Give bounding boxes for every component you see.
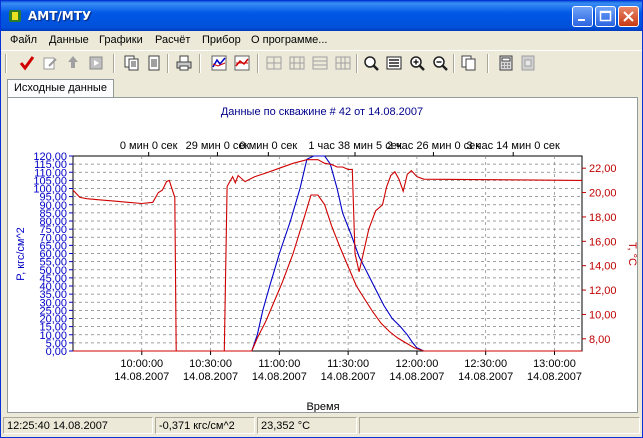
y-right-tick-label: 12,00 — [589, 285, 617, 297]
toolbar-separator — [167, 54, 169, 73]
recycle-icon[interactable] — [64, 54, 82, 72]
toolbar-separator — [487, 54, 489, 73]
y-right-tick-label: 14,00 — [589, 261, 617, 273]
page-icon[interactable] — [145, 54, 163, 72]
export-icon[interactable] — [519, 54, 537, 72]
minimize-icon — [578, 19, 585, 21]
status-bar: 12:25:40 14.08.2007 -0,371 кгс/см^2 23,3… — [1, 415, 642, 437]
y-axis-left-label: P, кгс/см^2 — [15, 227, 27, 281]
minimize-button[interactable] — [572, 6, 593, 27]
top-tick-label: 3 час 14 мин 0 сек — [467, 140, 560, 152]
menu-graphs[interactable]: Графики — [99, 34, 143, 46]
copy2-icon[interactable] — [460, 54, 478, 72]
close-icon — [623, 11, 634, 22]
grid2-icon[interactable] — [288, 54, 306, 72]
zoom-out-icon[interactable] — [431, 54, 449, 72]
y-right-tick-label: 22,00 — [589, 163, 617, 175]
y-left-tick-label: 120,00 — [33, 151, 67, 163]
copy-icon[interactable] — [123, 54, 141, 72]
x-tick-label: 12:30:00 — [464, 358, 507, 370]
play-icon[interactable] — [87, 54, 105, 72]
top-tick-label: 0 мин 0 сек — [120, 140, 178, 152]
x-tick-label: 11:30:00 — [327, 358, 369, 370]
chart-panel: Данные по скважине # 42 от 14.08.2007 0 … — [7, 97, 638, 413]
menu-bar: Файл Данные Графики Расчёт Прибор О прог… — [1, 31, 642, 50]
zoom-in-icon[interactable] — [408, 54, 426, 72]
grid3-icon[interactable] — [311, 54, 329, 72]
x-axis-label: Время — [306, 401, 339, 412]
toolbar-grip — [5, 54, 7, 73]
x-tick-date: 14.08.2007 — [389, 371, 444, 383]
toolbar-separator — [356, 54, 358, 73]
close-button[interactable] — [618, 6, 639, 27]
app-icon — [9, 10, 21, 22]
list-icon[interactable] — [385, 54, 403, 72]
y-right-tick-label: 18,00 — [589, 212, 617, 224]
y-right-tick-label: 8,00 — [589, 334, 610, 346]
toolbar-separator — [257, 54, 259, 73]
status-time: 12:25:40 14.08.2007 — [3, 417, 153, 434]
x-tick-date: 14.08.2007 — [458, 371, 513, 383]
x-tick-date: 14.08.2007 — [527, 371, 582, 383]
y-right-tick-label: 10,00 — [589, 309, 617, 321]
chart-title: Данные по скважине # 42 от 14.08.2007 — [221, 106, 423, 118]
x-tick-label: 10:30:00 — [189, 358, 232, 370]
chart: Данные по скважине # 42 от 14.08.2007 0 … — [15, 106, 638, 413]
maximize-button[interactable] — [595, 6, 616, 27]
x-tick-label: 12:00:00 — [396, 358, 439, 370]
app-window: АМТ/МТУ Файл Данные Графики Расчёт Прибо… — [0, 0, 643, 438]
top-tick-label: 0 мин 0 сек — [240, 140, 298, 152]
toolbar — [1, 50, 642, 77]
status-temperature: 23,352 °C — [257, 417, 357, 434]
toolbar-separator — [453, 54, 455, 73]
toolbar-separator — [199, 54, 201, 73]
toolbar-separator — [113, 54, 115, 73]
maximize-icon — [599, 10, 612, 22]
y-right-tick-label: 16,00 — [589, 236, 617, 248]
menu-device[interactable]: Прибор — [202, 34, 241, 46]
menu-data[interactable]: Данные — [49, 34, 89, 46]
status-pressure: -0,371 кгс/см^2 — [155, 417, 255, 434]
menu-file[interactable]: Файл — [10, 34, 37, 46]
chart-blue-icon[interactable] — [210, 54, 228, 72]
edit-icon[interactable] — [41, 54, 59, 72]
x-tick-date: 14.08.2007 — [114, 371, 169, 383]
x-tick-date: 14.08.2007 — [252, 371, 307, 383]
grid4-icon[interactable] — [334, 54, 352, 72]
x-tick-date: 14.08.2007 — [321, 371, 376, 383]
print-icon[interactable] — [175, 54, 193, 72]
grid1-icon[interactable] — [265, 54, 283, 72]
menu-about[interactable]: О программе... — [251, 34, 327, 46]
menu-calc[interactable]: Расчёт — [155, 34, 190, 46]
tab-source-data[interactable]: Исходные данные — [7, 79, 114, 97]
check-icon[interactable] — [18, 54, 36, 72]
window-title: АМТ/МТУ — [28, 9, 92, 23]
x-tick-label: 10:00:00 — [120, 358, 163, 370]
calculator-icon[interactable] — [497, 54, 515, 72]
x-tick-label: 11:00:00 — [258, 358, 300, 370]
y-right-tick-label: 20,00 — [589, 188, 617, 200]
y-axis-right-label: T, °C — [626, 242, 637, 266]
x-tick-date: 14.08.2007 — [183, 371, 238, 383]
title-bar[interactable]: АМТ/МТУ — [1, 1, 642, 31]
status-empty — [359, 417, 640, 434]
chart-red-icon[interactable] — [233, 54, 251, 72]
x-tick-label: 13:00:00 — [533, 358, 576, 370]
zoom-find-icon[interactable] — [362, 54, 380, 72]
